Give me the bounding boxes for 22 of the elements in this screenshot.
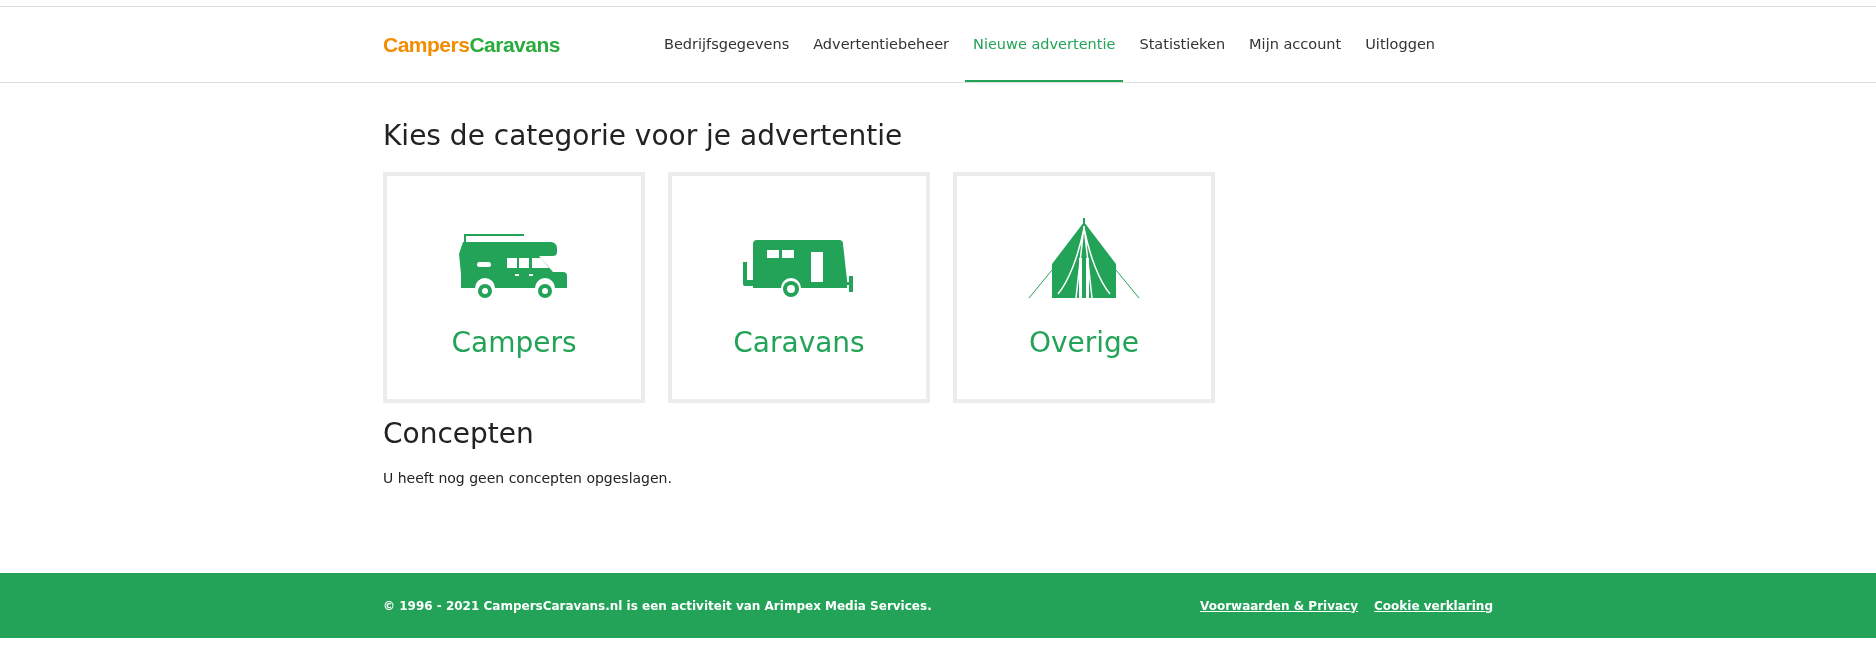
site-logo[interactable]: CampersCaravans (383, 32, 560, 57)
page-heading: Kies de categorie voor je advertentie (383, 119, 904, 152)
tent-icon (1028, 218, 1140, 300)
footer-link[interactable]: Voorwaarden & Privacy (1200, 598, 1359, 613)
camper-van-icon (459, 234, 569, 300)
nav-link[interactable]: Mijn account (1241, 7, 1350, 82)
category-label: Caravans (733, 326, 865, 359)
category-card[interactable]: Campers (383, 172, 645, 403)
nav-link[interactable]: Advertentiebeheer (805, 7, 958, 82)
nav-link[interactable]: Statistieken (1131, 7, 1234, 82)
category-card[interactable]: Overige (953, 172, 1215, 403)
nav-link[interactable]: Uitloggen (1357, 7, 1443, 82)
nav-link[interactable]: Bedrijfsgegevens (655, 7, 798, 82)
category-label: Campers (451, 326, 577, 359)
footer-link[interactable]: Cookie verklaring (1374, 598, 1493, 613)
category-label: Overige (1028, 326, 1140, 359)
category-card[interactable]: Caravans (668, 172, 930, 403)
caravan-icon (743, 240, 855, 300)
nav-link[interactable]: Nieuwe advertentie (965, 7, 1124, 82)
empty-message: U heeft nog geen concepten opgeslagen. (383, 470, 673, 486)
copyright-text: © 1996 - 2021 CampersCaravans.nl is een activiteit van Arimpex Media Services. (383, 598, 932, 613)
section-heading: Concepten (383, 417, 535, 450)
